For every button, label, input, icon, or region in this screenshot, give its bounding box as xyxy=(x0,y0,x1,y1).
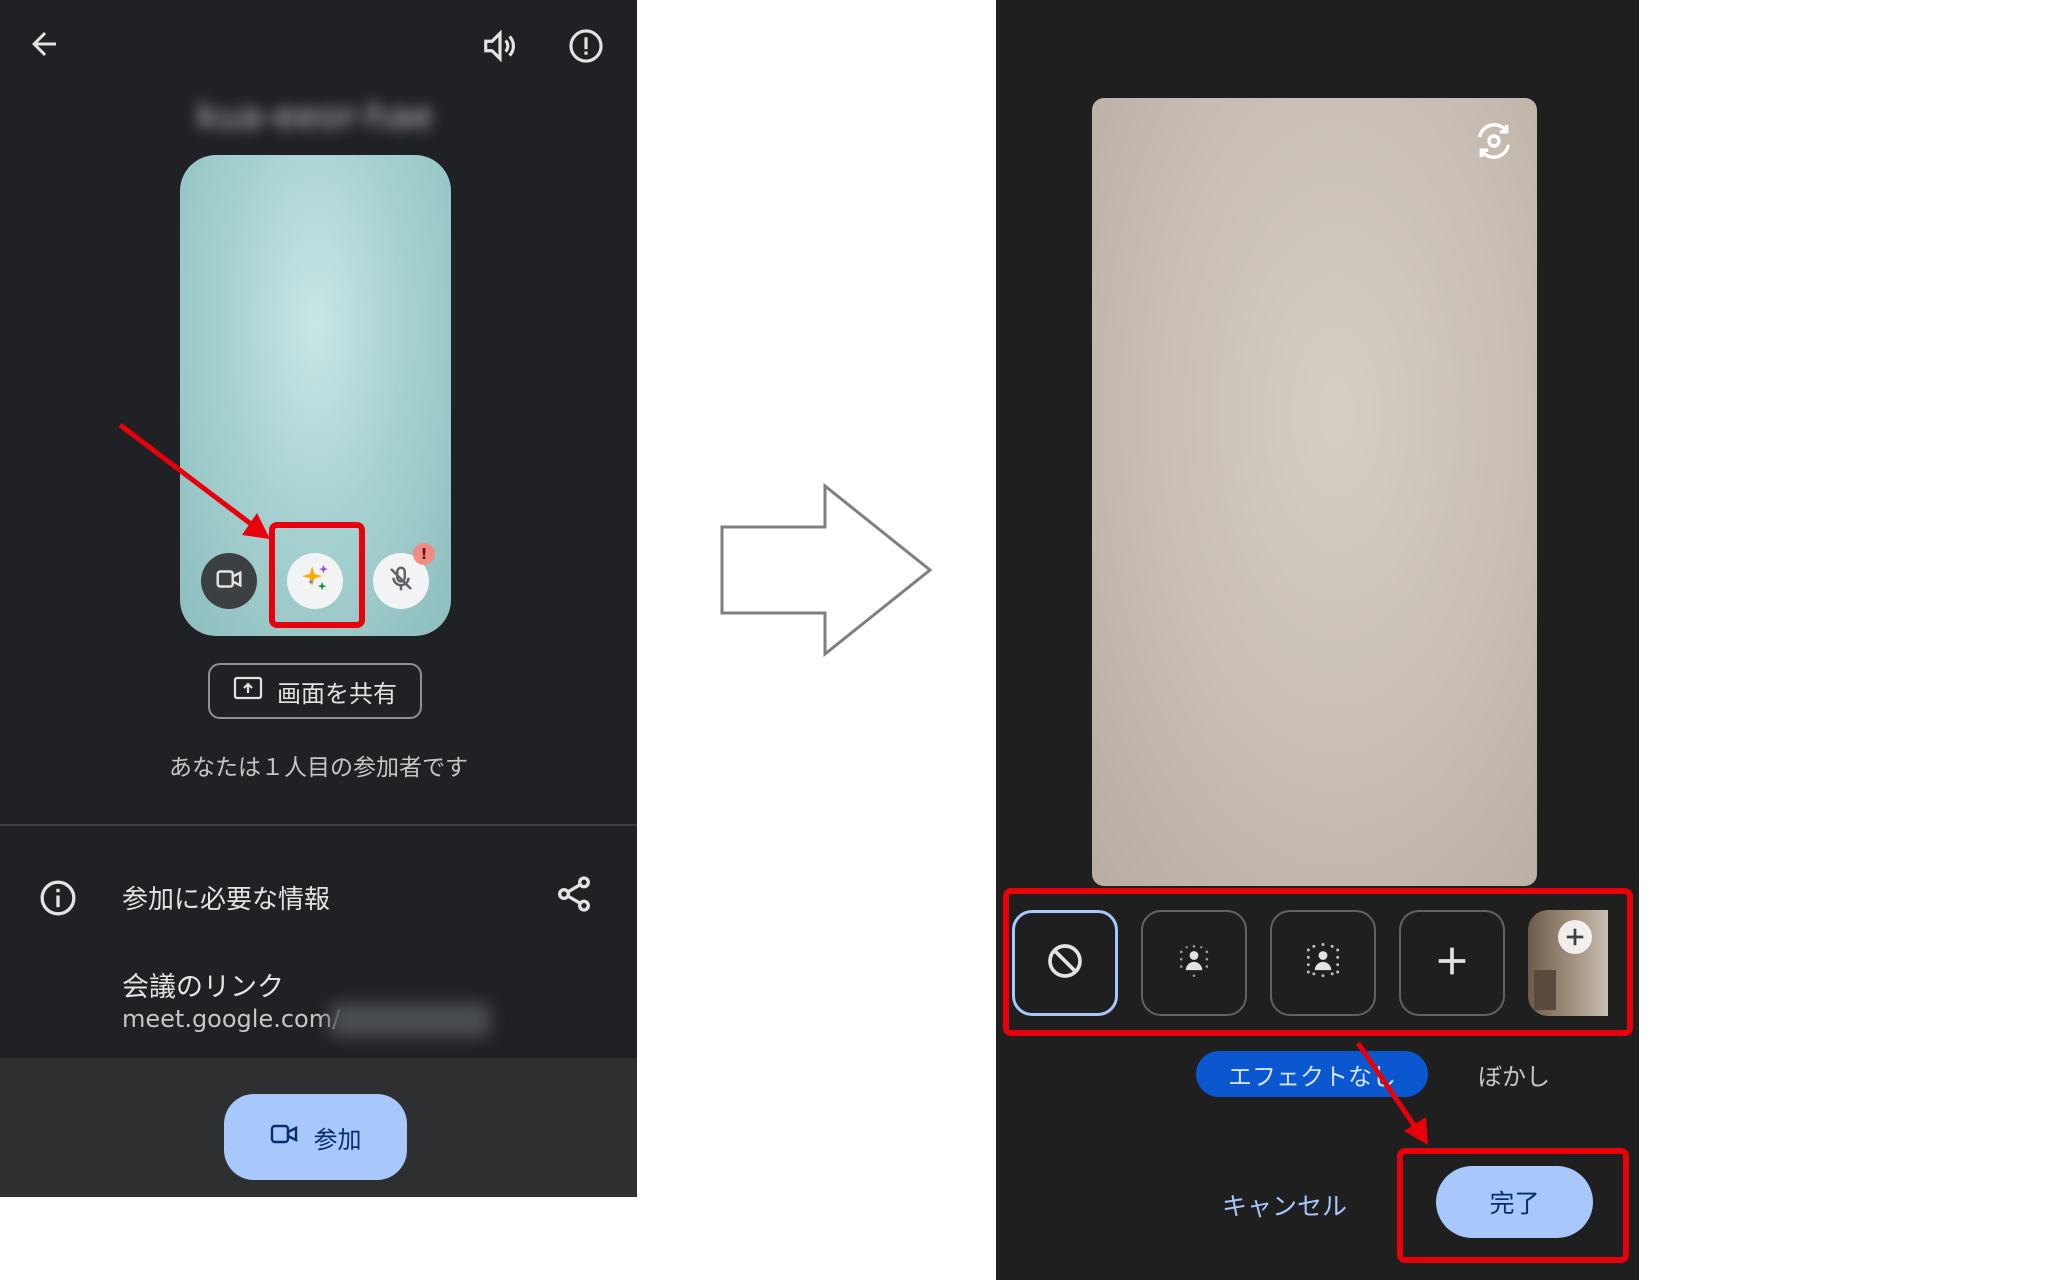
speaker-icon[interactable] xyxy=(476,22,524,70)
present-icon xyxy=(233,675,263,707)
share-icon[interactable] xyxy=(554,874,594,918)
meeting-code: kua-eeor-hae xyxy=(196,96,434,137)
participant-status: あなたは１人目の参加者です xyxy=(169,755,468,781)
share-screen-label: 画面を共有 xyxy=(277,679,397,708)
cancel-button[interactable]: キャンセル xyxy=(1222,1187,1347,1223)
camera-toggle-button[interactable] xyxy=(201,553,257,609)
video-icon xyxy=(270,1122,300,1152)
divider xyxy=(0,824,637,826)
join-button[interactable]: 参加 xyxy=(224,1094,407,1180)
back-arrow-icon[interactable] xyxy=(20,20,68,68)
alert-icon[interactable] xyxy=(562,22,610,70)
camera-preview-large xyxy=(1092,98,1537,886)
transition-arrow xyxy=(720,483,933,658)
meeting-link-title: 会議のリンク xyxy=(122,972,284,1003)
mic-off-icon xyxy=(386,564,416,598)
effects-row-highlight-box xyxy=(1003,888,1633,1036)
effects-highlight-box xyxy=(269,522,365,628)
info-icon xyxy=(38,878,78,922)
switch-camera-icon[interactable] xyxy=(1471,118,1517,168)
redacted-link-code xyxy=(330,1003,490,1037)
mic-warning-badge: ! xyxy=(413,543,435,565)
join-label: 参加 xyxy=(313,1125,362,1154)
camera-icon xyxy=(214,564,244,598)
share-screen-button[interactable]: 画面を共有 xyxy=(208,663,422,719)
done-highlight-box xyxy=(1397,1148,1629,1263)
joining-info-title: 参加に必要な情報 xyxy=(122,885,331,915)
effects-screen: エフェクトなし ぼかし キャンセル 完了 xyxy=(996,0,1639,1280)
pointer-arrow-left xyxy=(118,423,270,539)
pointer-arrow-right xyxy=(1355,1041,1428,1145)
meeting-link-url[interactable]: meet.google.com/ xyxy=(122,1005,340,1033)
blur-chip[interactable]: ぼかし xyxy=(1478,1057,1550,1092)
